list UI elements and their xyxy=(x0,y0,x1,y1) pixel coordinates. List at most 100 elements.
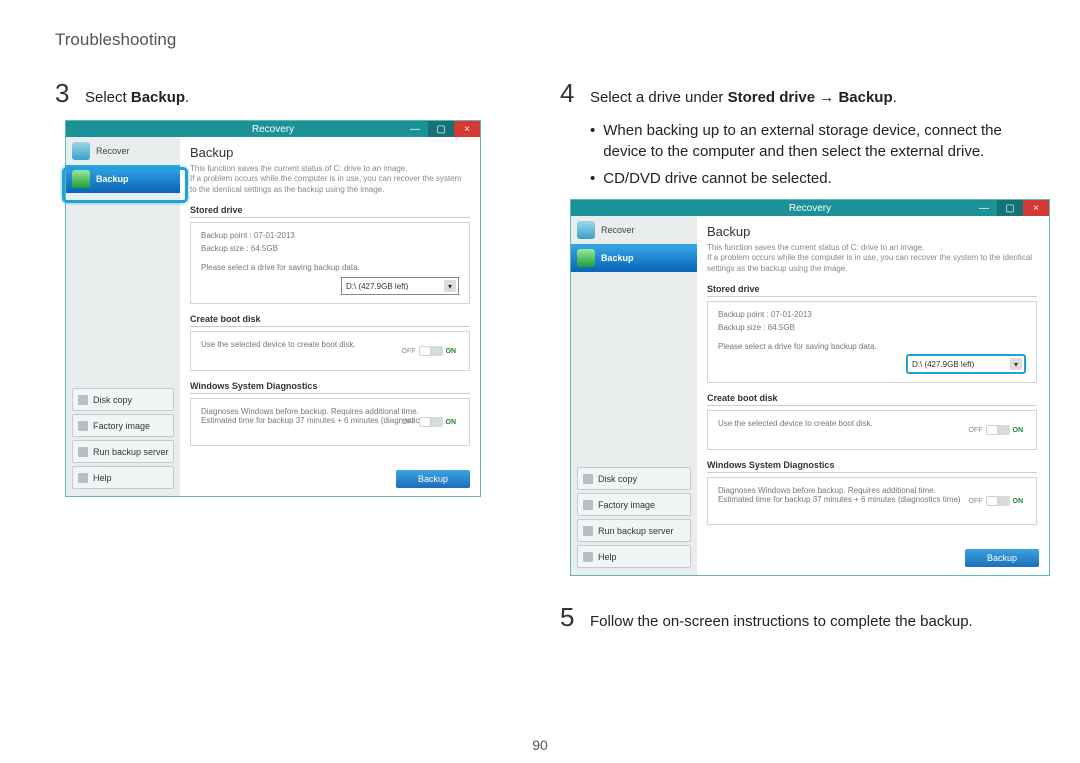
select-drive-text: Please select a drive for saving backup … xyxy=(201,263,459,272)
sidebar-item-recover[interactable]: Recover xyxy=(66,137,180,165)
recover-icon xyxy=(72,142,90,160)
diagnostics-toggle[interactable]: OFF ON xyxy=(399,417,460,427)
step-4-bold: Stored drive → Backup xyxy=(728,89,893,106)
desc-line-2: If a problem occurs while the computer i… xyxy=(707,253,1037,274)
maximize-button[interactable]: ▢ xyxy=(997,200,1023,216)
recover-icon xyxy=(577,221,595,239)
sidebar-link-factory-image[interactable]: Factory image xyxy=(72,414,174,437)
drive-dropdown-highlighted[interactable]: D:\ (427.9GB left) ▾ xyxy=(906,354,1026,374)
create-boot-disk-text: Use the selected device to create boot d… xyxy=(718,419,873,428)
step-3-bold: Backup xyxy=(131,89,185,106)
window-titlebar: Recovery — ▢ × xyxy=(66,121,480,137)
toggle-switch-icon xyxy=(419,346,443,356)
section-diagnostics: Windows System Diagnostics xyxy=(707,460,1037,473)
drive-dropdown[interactable]: D:\ (427.9GB left) ▾ xyxy=(341,277,459,295)
diag-line-1: Diagnoses Windows before backup. Require… xyxy=(201,407,459,416)
bullet-2: • CD/DVD drive cannot be selected. xyxy=(590,168,1035,189)
sidebar-recover-label: Recover xyxy=(601,225,635,235)
step-4-pre: Select a drive under xyxy=(590,89,728,106)
step-4-post: . xyxy=(893,89,897,106)
sidebar-link-help[interactable]: Help xyxy=(577,545,691,568)
help-icon xyxy=(78,473,88,483)
step-3-post: . xyxy=(185,89,189,106)
step-4-number: 4 xyxy=(560,80,580,106)
help-icon xyxy=(583,552,593,562)
bullet-dot-icon: • xyxy=(590,168,595,189)
page-number: 90 xyxy=(0,737,1080,753)
sidebar-item-backup[interactable]: Backup xyxy=(571,244,697,272)
step-4-text: Select a drive under Stored drive → Back… xyxy=(590,87,897,108)
desc-line-1: This function saves the current status o… xyxy=(190,164,470,174)
recovery-window-2: Recovery — ▢ × Recover Backup xyxy=(570,199,1050,576)
section-stored-drive: Stored drive xyxy=(190,205,470,218)
sidebar-item-recover[interactable]: Recover xyxy=(571,216,697,244)
step-5-number: 5 xyxy=(560,604,580,630)
sidebar-recover-label: Recover xyxy=(96,146,130,156)
sidebar-link-run-backup-server[interactable]: Run backup server xyxy=(72,440,174,463)
main-panel: Backup This function saves the current s… xyxy=(180,137,480,496)
chevron-down-icon: ▾ xyxy=(444,280,456,292)
sidebar: Recover Backup Disk copy Factory image R… xyxy=(66,137,180,496)
factory-icon xyxy=(583,500,593,510)
toggle-off-label: OFF xyxy=(402,348,416,355)
window-title-text: Recovery xyxy=(789,203,831,214)
factory-image-label: Factory image xyxy=(598,500,655,510)
main-description: This function saves the current status o… xyxy=(190,164,470,195)
step-5: 5 Follow the on-screen instructions to c… xyxy=(560,604,1035,632)
section-stored-drive: Stored drive xyxy=(707,284,1037,297)
toggle-on-label-2: ON xyxy=(1013,498,1024,505)
disk-copy-label: Disk copy xyxy=(598,474,637,484)
toggle-switch-icon-2 xyxy=(419,417,443,427)
minimize-button[interactable]: — xyxy=(971,200,997,216)
maximize-button[interactable]: ▢ xyxy=(428,121,454,137)
toggle-off-label-2: OFF xyxy=(402,419,416,426)
step-4: 4 Select a drive under Stored drive → Ba… xyxy=(560,80,1035,108)
page-header: Troubleshooting xyxy=(55,30,1035,50)
toggle-switch-icon xyxy=(986,425,1010,435)
toggle-switch-icon-2 xyxy=(986,496,1010,506)
create-boot-disk-text: Use the selected device to create boot d… xyxy=(201,340,356,349)
step-3-pre: Select xyxy=(85,89,131,106)
toggle-on-label-2: ON xyxy=(446,419,457,426)
step-3-number: 3 xyxy=(55,80,75,106)
disk-icon xyxy=(583,474,593,484)
create-boot-disk-toggle[interactable]: OFF ON xyxy=(966,425,1027,435)
sidebar-link-run-backup-server[interactable]: Run backup server xyxy=(577,519,691,542)
toggle-on-label: ON xyxy=(446,348,457,355)
create-boot-disk-toggle[interactable]: OFF ON xyxy=(399,346,460,356)
desc-line-2: If a problem occurs while the computer i… xyxy=(190,174,470,195)
sidebar-item-backup[interactable]: Backup xyxy=(66,165,180,193)
sidebar-link-disk-copy[interactable]: Disk copy xyxy=(577,467,691,490)
help-label: Help xyxy=(93,473,112,483)
backup-button[interactable]: Backup xyxy=(396,470,470,488)
run-backup-server-label: Run backup server xyxy=(598,526,674,536)
step-3-text: Select Backup. xyxy=(85,87,189,108)
backup-point-text: Backup point : 07-01-2013 xyxy=(201,231,459,240)
diagnostics-box: Diagnoses Windows before backup. Require… xyxy=(707,477,1037,525)
bullet-2-text: CD/DVD drive cannot be selected. xyxy=(603,168,831,189)
select-drive-text: Please select a drive for saving backup … xyxy=(718,342,1026,351)
main-panel: Backup This function saves the current s… xyxy=(697,216,1049,575)
section-create-boot-disk: Create boot disk xyxy=(707,393,1037,406)
sidebar-link-disk-copy[interactable]: Disk copy xyxy=(72,388,174,411)
help-label: Help xyxy=(598,552,617,562)
backup-button[interactable]: Backup xyxy=(965,549,1039,567)
main-description: This function saves the current status o… xyxy=(707,243,1037,274)
factory-icon xyxy=(78,421,88,431)
dropdown-value: D:\ (427.9GB left) xyxy=(346,282,408,291)
minimize-button[interactable]: — xyxy=(402,121,428,137)
bullet-1-text: When backing up to an external storage d… xyxy=(603,120,1035,162)
sidebar: Recover Backup Disk copy Factory image R… xyxy=(571,216,697,575)
backup-icon xyxy=(72,170,90,188)
bullet-1: •When backing up to an external storage … xyxy=(590,120,1035,162)
close-button[interactable]: × xyxy=(454,121,480,137)
create-boot-disk-box: Use the selected device to create boot d… xyxy=(190,331,470,371)
backup-size-text: Backup size : 64.5GB xyxy=(718,323,1026,332)
backup-icon xyxy=(577,249,595,267)
diagnostics-box: Diagnoses Windows before backup. Require… xyxy=(190,398,470,446)
close-button[interactable]: × xyxy=(1023,200,1049,216)
diagnostics-toggle[interactable]: OFF ON xyxy=(966,496,1027,506)
sidebar-link-help[interactable]: Help xyxy=(72,466,174,489)
sidebar-link-factory-image[interactable]: Factory image xyxy=(577,493,691,516)
step-5-text: Follow the on-screen instructions to com… xyxy=(590,611,973,632)
